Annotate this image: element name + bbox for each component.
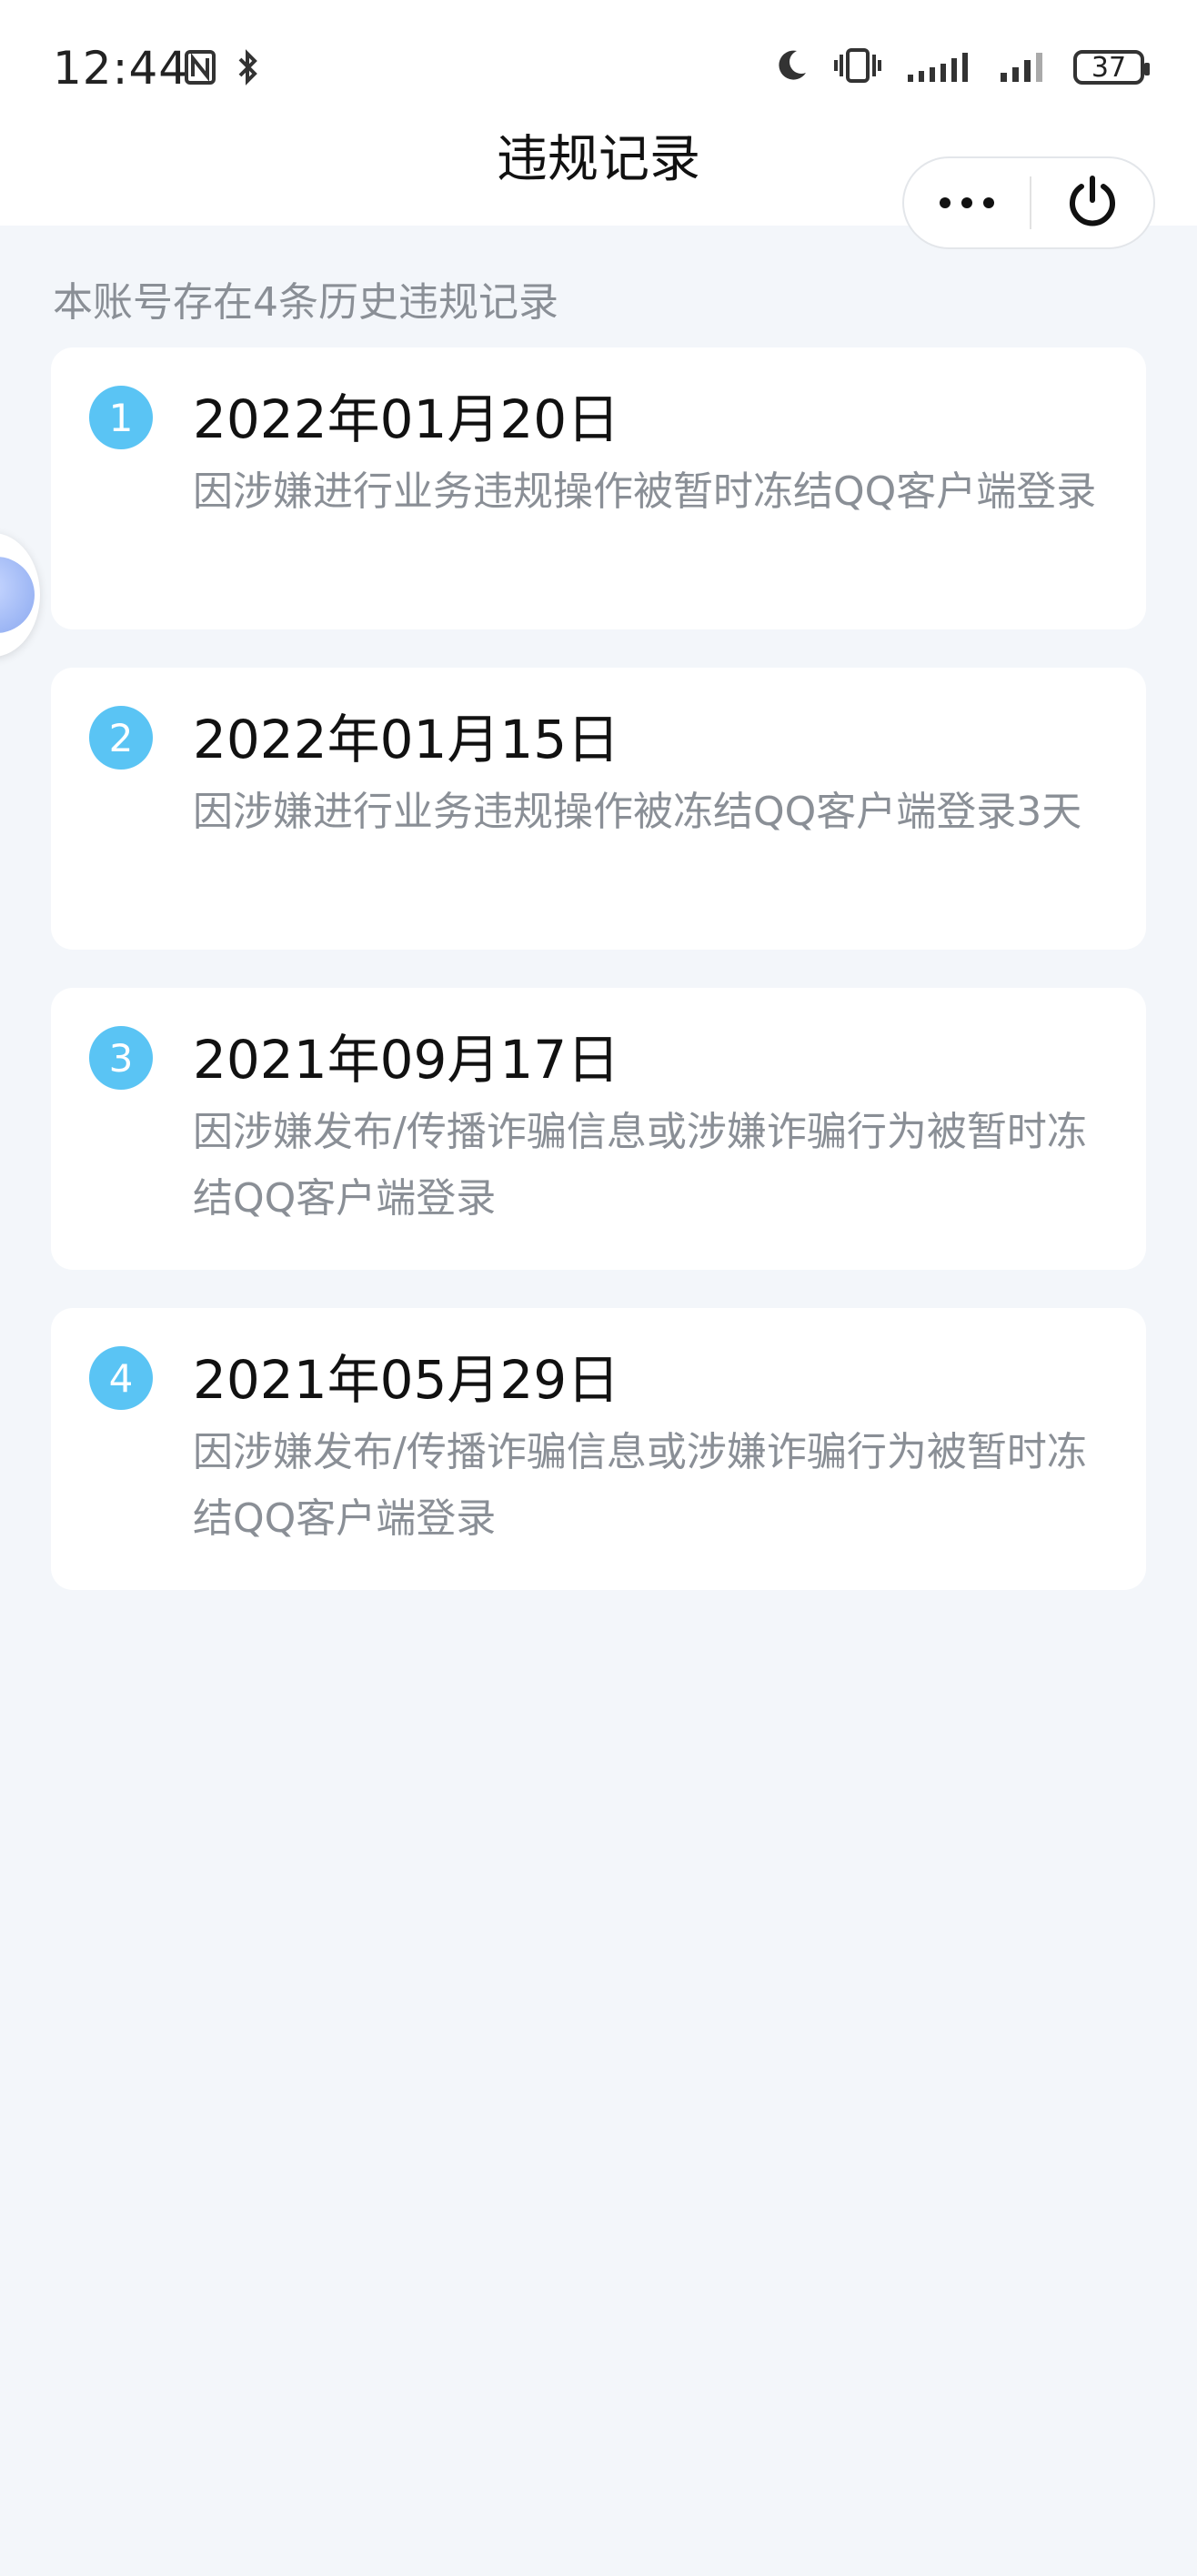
nfc-icon	[184, 49, 216, 89]
record-date: 2021年09月17日	[193, 1029, 620, 1091]
signal-icon	[906, 47, 975, 87]
assistant-ball-icon	[0, 557, 35, 633]
record-description: 因涉嫌进行业务违规操作被暂时冻结QQ客户端登录	[193, 468, 1097, 515]
moon-icon	[773, 47, 810, 87]
record-card: 4 2021年05月29日 因涉嫌发布/传播诈骗信息或涉嫌诈骗行为被暂时冻结QQ…	[51, 1308, 1146, 1590]
record-index-badge: 2	[89, 706, 153, 770]
record-card: 2 2022年01月15日 因涉嫌进行业务违规操作被冻结QQ客户端登录3天	[51, 668, 1146, 950]
record-description: 因涉嫌发布/传播诈骗信息或涉嫌诈骗行为被暂时冻结QQ客户端登录	[193, 1109, 1087, 1222]
status-left-icons	[184, 49, 260, 89]
record-description: 因涉嫌进行业务违规操作被冻结QQ客户端登录3天	[193, 789, 1082, 835]
record-card: 3 2021年09月17日 因涉嫌发布/传播诈骗信息或涉嫌诈骗行为被暂时冻结QQ…	[51, 988, 1146, 1270]
record-summary: 本账号存在4条历史违规记录	[53, 279, 558, 326]
close-button[interactable]	[1031, 158, 1153, 247]
power-icon	[1064, 173, 1121, 233]
more-dots-icon	[934, 197, 1000, 208]
status-right-icons: 37	[773, 47, 1150, 87]
signal-icon	[999, 47, 1050, 87]
status-bar: 12:44 37	[0, 0, 1197, 127]
record-card: 1 2022年01月20日 因涉嫌进行业务违规操作被暂时冻结QQ客户端登录	[51, 347, 1146, 629]
floating-assistant-button[interactable]	[0, 533, 40, 657]
more-button[interactable]	[904, 158, 1030, 247]
bluetooth-icon	[236, 49, 260, 89]
record-index-badge: 4	[89, 1346, 153, 1410]
record-index-badge: 1	[89, 386, 153, 449]
record-date: 2021年05月29日	[193, 1349, 620, 1411]
record-list: 1 2022年01月20日 因涉嫌进行业务违规操作被暂时冻结QQ客户端登录 2 …	[51, 347, 1146, 1590]
record-date: 2022年01月15日	[193, 709, 620, 770]
record-index-badge: 3	[89, 1026, 153, 1090]
battery-indicator: 37	[1073, 50, 1150, 85]
record-date: 2022年01月20日	[193, 388, 620, 450]
vibrate-icon	[833, 47, 882, 87]
record-description: 因涉嫌发布/传播诈骗信息或涉嫌诈骗行为被暂时冻结QQ客户端登录	[193, 1429, 1087, 1542]
status-time: 12:44	[53, 42, 189, 95]
miniprogram-capsule	[902, 156, 1155, 249]
